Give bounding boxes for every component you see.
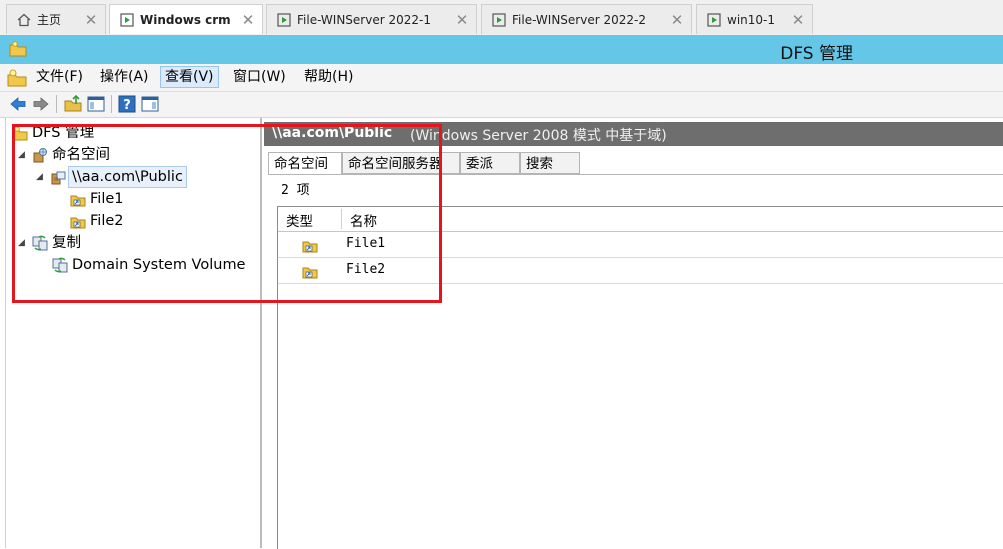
- folder-target-icon: [70, 217, 86, 229]
- close-icon[interactable]: ✕: [454, 11, 470, 29]
- toolbar-separator: [56, 95, 57, 113]
- host-tab-file-winserver-2[interactable]: File-WINServer 2022-2 ✕: [481, 4, 692, 34]
- dfs-management-icon: [12, 126, 28, 141]
- tab-namespace[interactable]: 命名空间: [268, 152, 342, 175]
- console-tree: DFS 管理 ◢ 命名空间 ◢ \\aa.com\Public File1 Fi…: [5, 118, 262, 548]
- banner-description: (Windows Server 2008 模式 中基于域): [410, 128, 667, 144]
- replication-icon: [32, 235, 48, 251]
- namespace-list: 类型 名称 File1 File2: [277, 206, 1003, 549]
- menu-help[interactable]: 帮助(H): [300, 67, 357, 87]
- tree-label: Domain System Volume: [72, 257, 246, 273]
- vm-icon: [492, 12, 506, 27]
- host-tab-win10-1[interactable]: win10-1 ✕: [696, 4, 813, 34]
- window-title: DFS 管理: [780, 44, 853, 64]
- tab-delegation[interactable]: 委派: [460, 152, 520, 174]
- column-header-name[interactable]: 名称: [350, 210, 377, 230]
- toolbar: ?: [0, 92, 1003, 118]
- host-tab-label: File-WINServer 2022-2: [512, 12, 646, 27]
- list-row[interactable]: File1: [278, 232, 1003, 258]
- folder-target-icon: [302, 241, 318, 253]
- namespaces-icon: [33, 148, 47, 163]
- tab-search[interactable]: 搜索: [520, 152, 580, 174]
- menu-bar: 文件(F) 操作(A) 查看(V) 窗口(W) 帮助(H): [0, 64, 1003, 92]
- menu-file[interactable]: 文件(F): [32, 67, 87, 87]
- namespace-server-icon: [51, 171, 66, 185]
- column-divider[interactable]: [341, 209, 342, 229]
- host-tab-label: File-WINServer 2022-1: [297, 12, 431, 27]
- expand-arrow-icon[interactable]: ◢: [18, 233, 28, 253]
- tree-label: DFS 管理: [32, 125, 95, 141]
- menu-view[interactable]: 查看(V): [160, 66, 219, 88]
- tree-label: \\aa.com\Public: [68, 166, 187, 188]
- close-icon[interactable]: ✕: [669, 11, 685, 29]
- item-count: 2 项: [281, 183, 310, 198]
- list-row[interactable]: File2: [278, 258, 1003, 284]
- vm-icon: [707, 12, 721, 27]
- column-header-type[interactable]: 类型: [286, 210, 313, 230]
- host-tab-home[interactable]: 主页 ✕: [6, 4, 106, 34]
- host-tab-file-winserver-1[interactable]: File-WINServer 2022-1 ✕: [266, 4, 477, 34]
- expand-arrow-icon[interactable]: ◢: [36, 167, 46, 187]
- vm-icon: [277, 12, 291, 27]
- tree-label: 命名空间: [52, 147, 110, 163]
- show-action-pane-icon[interactable]: [141, 95, 159, 113]
- folder-target-icon: [302, 267, 318, 279]
- help-icon[interactable]: ?: [118, 95, 136, 113]
- list-header: 类型 名称: [278, 207, 1003, 232]
- results-banner: \\aa.com\Public (Windows Server 2008 模式 …: [264, 122, 1003, 146]
- home-icon: [17, 13, 31, 26]
- tab-namespace-servers[interactable]: 命名空间服务器: [342, 152, 460, 174]
- tree-label: File1: [90, 191, 124, 207]
- back-arrow-icon[interactable]: [9, 95, 27, 113]
- svg-text:?: ?: [123, 98, 131, 113]
- forward-arrow-icon[interactable]: [32, 95, 50, 113]
- banner-path: \\aa.com\Public: [272, 125, 393, 141]
- mmc-system-menu-icon[interactable]: [7, 69, 27, 87]
- row-name: File1: [346, 236, 386, 251]
- toolbar-separator: [111, 95, 112, 113]
- host-tab-label: 主页: [37, 13, 62, 27]
- expand-arrow-icon[interactable]: ◢: [18, 145, 28, 165]
- dfs-app-icon: [9, 41, 27, 57]
- folder-target-icon: [70, 195, 86, 207]
- host-tab-label: win10-1: [727, 12, 775, 27]
- close-icon[interactable]: ✕: [240, 11, 256, 29]
- menu-window[interactable]: 窗口(W): [229, 67, 290, 87]
- close-icon[interactable]: ✕: [83, 11, 99, 29]
- row-name: File2: [346, 262, 386, 277]
- host-tab-strip: 主页 ✕ Windows crm ✕ File-WINServer 2022-1…: [0, 0, 1003, 36]
- tree-label: File2: [90, 213, 124, 229]
- host-tab-label: Windows crm: [140, 12, 231, 27]
- window-title-bar[interactable]: DFS 管理: [0, 35, 1003, 64]
- replication-group-icon: [52, 257, 68, 273]
- close-icon[interactable]: ✕: [790, 11, 806, 29]
- up-folder-icon[interactable]: [64, 95, 82, 113]
- menu-action[interactable]: 操作(A): [96, 67, 153, 87]
- show-hide-tree-icon[interactable]: [87, 95, 105, 113]
- host-tab-windows-crm[interactable]: Windows crm ✕: [109, 4, 263, 34]
- tab-divider: [268, 174, 1003, 175]
- vm-icon: [120, 12, 134, 27]
- tree-label: 复制: [52, 235, 81, 251]
